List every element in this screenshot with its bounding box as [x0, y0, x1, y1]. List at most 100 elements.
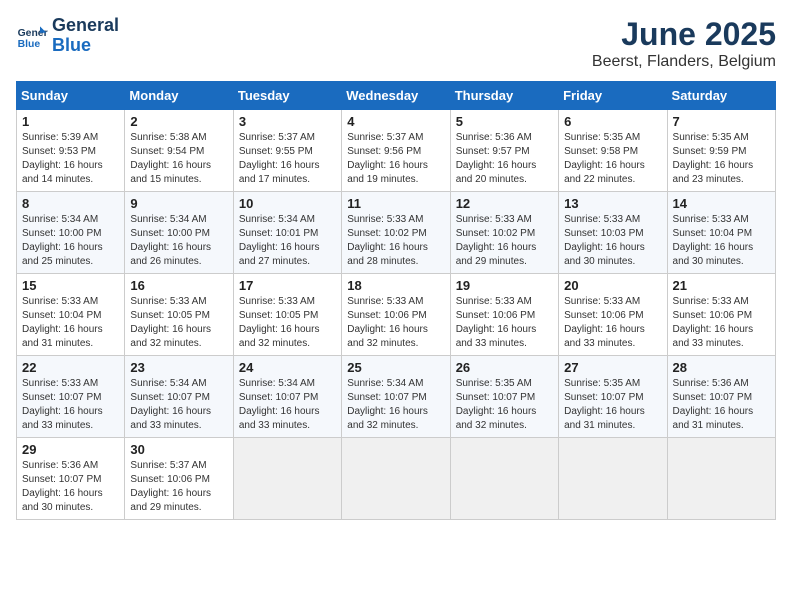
day-number: 6 — [564, 114, 661, 129]
calendar-cell: 21 Sunrise: 5:33 AMSunset: 10:06 PMDaylig… — [667, 274, 775, 356]
logo-icon: General Blue — [16, 20, 48, 52]
cell-details: Sunrise: 5:33 AMSunset: 10:06 PMDaylight… — [564, 295, 661, 351]
calendar-cell: 19 Sunrise: 5:33 AMSunset: 10:06 PMDaylig… — [450, 274, 558, 356]
day-number: 25 — [347, 360, 444, 375]
cell-details: Sunrise: 5:33 AMSunset: 10:06 PMDaylight… — [347, 295, 444, 351]
calendar-cell: 8 Sunrise: 5:34 AMSunset: 10:00 PMDayligh… — [17, 192, 125, 274]
calendar-table: SundayMondayTuesdayWednesdayThursdayFrid… — [16, 81, 776, 520]
calendar-week-row: 15 Sunrise: 5:33 AMSunset: 10:04 PMDaylig… — [17, 274, 776, 356]
day-number: 10 — [239, 196, 336, 211]
calendar-cell: 2 Sunrise: 5:38 AMSunset: 9:54 PMDaylight… — [125, 110, 233, 192]
calendar-week-row: 1Sunrise: 5:39 AMSunset: 9:53 PMDaylight… — [17, 110, 776, 192]
day-number: 29 — [22, 442, 119, 457]
calendar-cell: 22Sunrise: 5:33 AMSunset: 10:07 PMDaylig… — [17, 356, 125, 438]
cell-details: Sunrise: 5:34 AMSunset: 10:01 PMDaylight… — [239, 213, 336, 269]
cell-details: Sunrise: 5:34 AMSunset: 10:07 PMDaylight… — [347, 377, 444, 433]
cell-details: Sunrise: 5:35 AMSunset: 10:07 PMDaylight… — [456, 377, 553, 433]
day-number: 12 — [456, 196, 553, 211]
calendar-cell: 25 Sunrise: 5:34 AMSunset: 10:07 PMDaylig… — [342, 356, 450, 438]
day-number: 5 — [456, 114, 553, 129]
cell-details: Sunrise: 5:36 AMSunset: 9:57 PMDaylight:… — [456, 131, 553, 187]
day-number: 13 — [564, 196, 661, 211]
day-number: 30 — [130, 442, 227, 457]
calendar-cell — [559, 438, 667, 520]
day-number: 11 — [347, 196, 444, 211]
calendar-header-row: SundayMondayTuesdayWednesdayThursdayFrid… — [17, 82, 776, 110]
cell-details: Sunrise: 5:37 AMSunset: 10:06 PMDaylight… — [130, 459, 227, 515]
cell-details: Sunrise: 5:33 AMSunset: 10:04 PMDaylight… — [673, 213, 770, 269]
calendar-cell — [450, 438, 558, 520]
day-number: 19 — [456, 278, 553, 293]
calendar-cell — [667, 438, 775, 520]
cell-details: Sunrise: 5:35 AMSunset: 9:59 PMDaylight:… — [673, 131, 770, 187]
cell-details: Sunrise: 5:35 AMSunset: 9:58 PMDaylight:… — [564, 131, 661, 187]
day-number: 3 — [239, 114, 336, 129]
cell-details: Sunrise: 5:34 AMSunset: 10:00 PMDaylight… — [22, 213, 119, 269]
cell-details: Sunrise: 5:33 AMSunset: 10:05 PMDaylight… — [239, 295, 336, 351]
day-number: 4 — [347, 114, 444, 129]
day-number: 15 — [22, 278, 119, 293]
day-number: 21 — [673, 278, 770, 293]
cell-details: Sunrise: 5:33 AMSunset: 10:07 PMDaylight… — [22, 377, 119, 433]
calendar-day-header: Monday — [125, 82, 233, 110]
calendar-cell: 4 Sunrise: 5:37 AMSunset: 9:56 PMDaylight… — [342, 110, 450, 192]
cell-details: Sunrise: 5:33 AMSunset: 10:05 PMDaylight… — [130, 295, 227, 351]
cell-details: Sunrise: 5:33 AMSunset: 10:06 PMDaylight… — [673, 295, 770, 351]
calendar-cell: 27Sunrise: 5:35 AMSunset: 10:07 PMDaylig… — [559, 356, 667, 438]
calendar-cell: 24Sunrise: 5:34 AMSunset: 10:07 PMDaylig… — [233, 356, 341, 438]
cell-details: Sunrise: 5:34 AMSunset: 10:07 PMDaylight… — [130, 377, 227, 433]
logo-text: General Blue — [52, 16, 119, 56]
cell-details: Sunrise: 5:33 AMSunset: 10:04 PMDaylight… — [22, 295, 119, 351]
calendar-day-header: Sunday — [17, 82, 125, 110]
cell-details: Sunrise: 5:34 AMSunset: 10:00 PMDaylight… — [130, 213, 227, 269]
day-number: 1 — [22, 114, 119, 129]
calendar-cell: 23 Sunrise: 5:34 AMSunset: 10:07 PMDaylig… — [125, 356, 233, 438]
calendar-day-header: Thursday — [450, 82, 558, 110]
calendar-cell: 15 Sunrise: 5:33 AMSunset: 10:04 PMDaylig… — [17, 274, 125, 356]
calendar-cell: 29Sunrise: 5:36 AMSunset: 10:07 PMDaylig… — [17, 438, 125, 520]
calendar-week-row: 8 Sunrise: 5:34 AMSunset: 10:00 PMDayligh… — [17, 192, 776, 274]
day-number: 7 — [673, 114, 770, 129]
calendar-day-header: Tuesday — [233, 82, 341, 110]
day-number: 20 — [564, 278, 661, 293]
calendar-cell — [342, 438, 450, 520]
day-number: 8 — [22, 196, 119, 211]
calendar-day-header: Friday — [559, 82, 667, 110]
day-number: 2 — [130, 114, 227, 129]
cell-details: Sunrise: 5:36 AMSunset: 10:07 PMDaylight… — [673, 377, 770, 433]
cell-details: Sunrise: 5:38 AMSunset: 9:54 PMDaylight:… — [130, 131, 227, 187]
calendar-cell: 1Sunrise: 5:39 AMSunset: 9:53 PMDaylight… — [17, 110, 125, 192]
calendar-week-row: 22Sunrise: 5:33 AMSunset: 10:07 PMDaylig… — [17, 356, 776, 438]
calendar-cell: 17 Sunrise: 5:33 AMSunset: 10:05 PMDaylig… — [233, 274, 341, 356]
day-number: 28 — [673, 360, 770, 375]
calendar-cell: 7 Sunrise: 5:35 AMSunset: 9:59 PMDaylight… — [667, 110, 775, 192]
day-number: 18 — [347, 278, 444, 293]
month-title: June 2025 — [592, 16, 776, 53]
day-number: 24 — [239, 360, 336, 375]
calendar-cell: 9 Sunrise: 5:34 AMSunset: 10:00 PMDayligh… — [125, 192, 233, 274]
cell-details: Sunrise: 5:37 AMSunset: 9:55 PMDaylight:… — [239, 131, 336, 187]
svg-text:General: General — [18, 28, 48, 39]
day-number: 16 — [130, 278, 227, 293]
cell-details: Sunrise: 5:33 AMSunset: 10:02 PMDaylight… — [347, 213, 444, 269]
cell-details: Sunrise: 5:37 AMSunset: 9:56 PMDaylight:… — [347, 131, 444, 187]
day-number: 17 — [239, 278, 336, 293]
cell-details: Sunrise: 5:33 AMSunset: 10:03 PMDaylight… — [564, 213, 661, 269]
day-number: 26 — [456, 360, 553, 375]
calendar-week-row: 29Sunrise: 5:36 AMSunset: 10:07 PMDaylig… — [17, 438, 776, 520]
cell-details: Sunrise: 5:33 AMSunset: 10:06 PMDaylight… — [456, 295, 553, 351]
day-number: 9 — [130, 196, 227, 211]
location-title: Beerst, Flanders, Belgium — [592, 53, 776, 71]
calendar-cell: 11 Sunrise: 5:33 AMSunset: 10:02 PMDaylig… — [342, 192, 450, 274]
logo: General Blue General Blue — [16, 16, 119, 56]
calendar-cell: 26 Sunrise: 5:35 AMSunset: 10:07 PMDaylig… — [450, 356, 558, 438]
calendar-cell: 10 Sunrise: 5:34 AMSunset: 10:01 PMDaylig… — [233, 192, 341, 274]
calendar-cell: 13 Sunrise: 5:33 AMSunset: 10:03 PMDaylig… — [559, 192, 667, 274]
calendar-cell: 14 Sunrise: 5:33 AMSunset: 10:04 PMDaylig… — [667, 192, 775, 274]
day-number: 23 — [130, 360, 227, 375]
calendar-cell: 18 Sunrise: 5:33 AMSunset: 10:06 PMDaylig… — [342, 274, 450, 356]
calendar-cell: 20 Sunrise: 5:33 AMSunset: 10:06 PMDaylig… — [559, 274, 667, 356]
calendar-day-header: Saturday — [667, 82, 775, 110]
day-number: 14 — [673, 196, 770, 211]
cell-details: Sunrise: 5:35 AMSunset: 10:07 PMDaylight… — [564, 377, 661, 433]
